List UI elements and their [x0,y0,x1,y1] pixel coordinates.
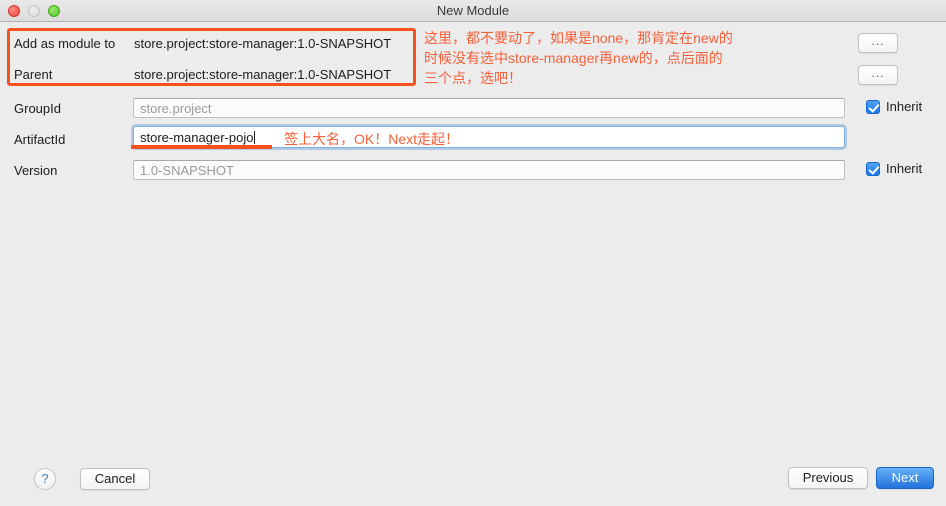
add-as-module-to-label: Add as module to [14,36,116,51]
annotation-artifact-note: 签上大名，OK！Next走起！ [284,131,460,147]
window-titlebar: New Module [0,0,946,22]
text-caret [254,131,256,144]
window-title: New Module [436,3,510,18]
version-input[interactable]: 1.0-SNAPSHOT [133,160,845,180]
artifact-id-label: ArtifactId [14,132,66,147]
version-inherit-label: Inherit [886,161,923,176]
checkmark-icon [866,99,880,114]
parent-browse-button[interactable]: ... [858,65,898,85]
group-id-input[interactable]: store.project [133,98,845,118]
artifact-id-value: store-manager-pojo [140,130,254,145]
add-as-module-to-browse-button[interactable]: ... [858,33,898,53]
annotation-underline [131,145,272,149]
group-id-inherit-label: Inherit [886,99,923,114]
group-id-label: GroupId [14,101,61,116]
group-id-inherit-checkbox[interactable]: Inherit [866,99,922,114]
parent-value: store.project:store-manager:1.0-SNAPSHOT [134,67,392,82]
parent-label: Parent [14,67,53,82]
version-inherit-checkbox[interactable]: Inherit [866,161,922,176]
checkmark-icon [866,161,880,176]
add-as-module-to-value: store.project:store-manager:1.0-SNAPSHOT [134,36,392,51]
annotation-top-note: 这里，都不要动了，如果是none，那肯定在new的 时候没有选中store-ma… [424,30,733,86]
previous-button[interactable]: Previous [788,467,868,489]
help-button[interactable]: ? [34,468,56,490]
next-button[interactable]: Next [876,467,934,489]
version-label: Version [14,163,58,178]
cancel-button[interactable]: Cancel [80,468,150,490]
